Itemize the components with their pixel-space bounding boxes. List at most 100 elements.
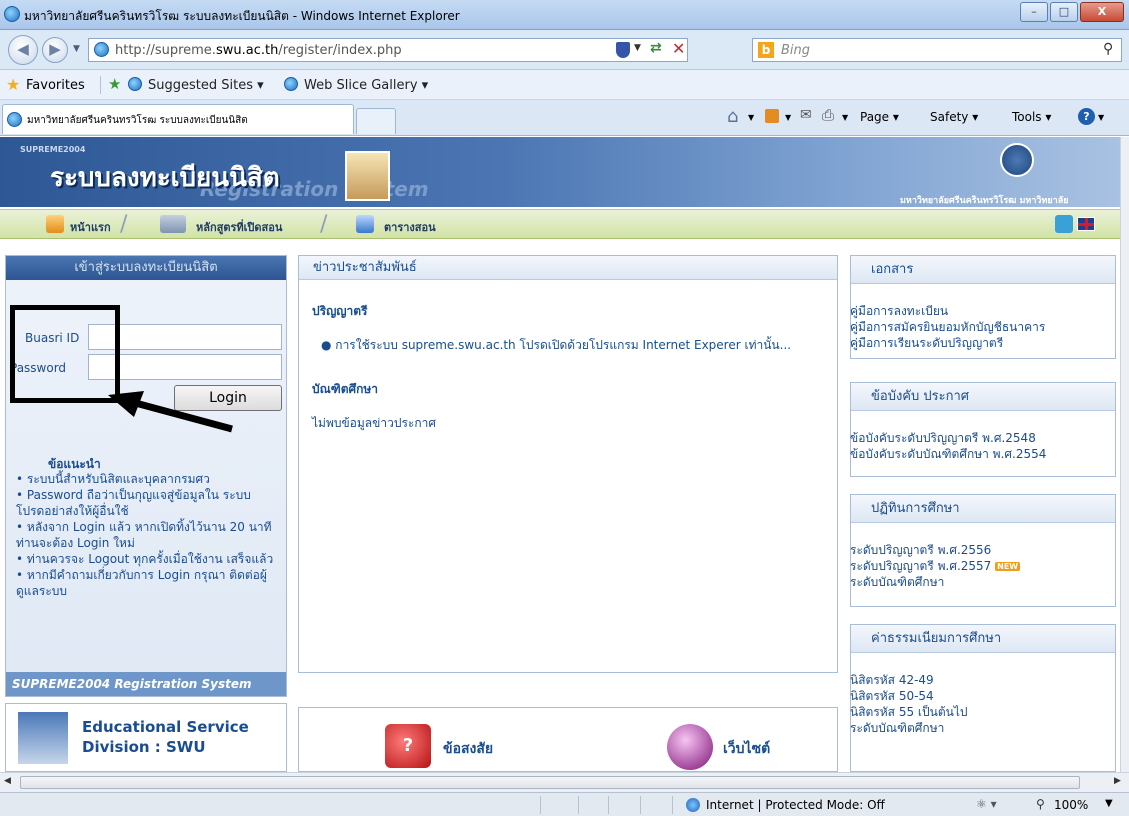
separator [640, 796, 641, 814]
courses-menu-icon [160, 215, 186, 233]
calendar-link[interactable]: ระดับบัณฑิตศึกษา [850, 573, 944, 592]
add-favorite-icon[interactable]: ★ [108, 75, 121, 93]
tab-title: มหาวิทยาลัยศรีนครินทรวิโรฒ ระบบลงทะเบียน… [27, 115, 248, 126]
advice-item: • ท่านควรจะ Logout ทุกครั้งเมื่อใช้งาน เ… [16, 552, 274, 566]
faq-link[interactable]: ข้อสงสัย [443, 738, 493, 760]
news-panel: ข่าวประชาสัมพันธ์ ปริญญาตรี ● การใช้ระบบ… [298, 255, 838, 673]
feeds-dropdown-icon[interactable]: ▼ [785, 113, 791, 122]
menu-home-link[interactable]: หน้าแรก [70, 218, 111, 236]
doc-link[interactable]: คู่มือการเรียนระดับปริญญาตรี [850, 334, 1003, 353]
mail-icon[interactable]: ✉ [800, 107, 812, 123]
forward-button[interactable]: ▶ [42, 37, 68, 63]
edu-service-box[interactable]: Educational Service Division : SWU [5, 703, 287, 772]
site-banner: SUPREME2004 Registration System ระบบลงทะ… [0, 137, 1120, 207]
ie-logo-icon [4, 6, 20, 22]
fees-header: ค่าธรรมเนียมการศึกษา [851, 625, 1115, 653]
new-tab-button[interactable] [356, 108, 396, 134]
schedule-menu-icon [356, 215, 374, 233]
security-icon[interactable]: ⚛ ▾ [976, 797, 997, 811]
back-button[interactable]: ◀ [8, 35, 38, 65]
zoom-icon[interactable]: ⚲ [1036, 797, 1045, 811]
website-globe-icon[interactable] [667, 724, 713, 770]
new-badge: NEW [995, 562, 1021, 571]
home-icon[interactable]: ⌂ [727, 106, 738, 127]
zoom-level[interactable]: 100% [1054, 798, 1088, 812]
tools-menu[interactable]: Tools ▾ [1012, 110, 1051, 124]
scroll-thumb[interactable] [20, 776, 1080, 789]
search-placeholder: Bing [781, 43, 811, 58]
home-menu-icon [46, 215, 64, 233]
refresh-icon[interactable]: ⇄ [650, 40, 662, 56]
separator [608, 796, 609, 814]
edu-line1: Educational Service [82, 718, 249, 736]
advice-item: • หากมีคำถามเกี่ยวกับการ Login กรุณา ติด… [16, 568, 267, 598]
banner-title: ระบบลงทะเบียนนิสิต [50, 163, 280, 193]
separator [100, 76, 101, 94]
feeds-icon[interactable] [765, 109, 779, 123]
compat-dropdown-icon[interactable]: ▼ [634, 43, 641, 53]
favorites-bar: ★ Favorites ★ Suggested Sites ▾ Web Slic… [0, 70, 1129, 100]
title-bar: มหาวิทยาลัยศรีนครินทรวิโรฒ ระบบลงทะเบียน… [0, 0, 1129, 30]
advice-item: • ระบบนี้สำหรับนิสิตและบุคลากรมศว [16, 472, 210, 486]
recent-pages-dropdown-icon[interactable]: ▼ [73, 44, 80, 54]
separator [578, 796, 579, 814]
home-dropdown-icon[interactable]: ▼ [748, 113, 754, 122]
book-icon[interactable] [1055, 215, 1073, 233]
banner-university-name: มหาวิทยาลัยศรีนครินทรวิโรฒ มหาวิทยาลัย [900, 196, 1069, 206]
zone-status: Internet | Protected Mode: Off [706, 798, 885, 812]
help-dropdown-icon[interactable]: ▼ [1098, 113, 1104, 122]
separator [672, 796, 673, 814]
menu-divider: / [120, 212, 128, 237]
window-title: มหาวิทยาลัยศรีนครินทรวิโรฒ ระบบลงทะเบียน… [24, 9, 460, 23]
calendar-box: ปฏิทินการศึกษา ระดับปริญญาตรี พ.ศ.2556 ร… [850, 494, 1116, 607]
address-bar: ◀ ▶ ▼ http://supreme.swu.ac.th/register/… [0, 30, 1129, 70]
scroll-left-icon[interactable]: ◀ [4, 776, 11, 786]
web-page: SUPREME2004 Registration System ระบบลงทะ… [0, 137, 1120, 772]
uk-flag-icon[interactable] [1077, 217, 1095, 231]
internet-zone-icon [686, 798, 700, 812]
tab-bar: มหาวิทยาลัยศรีนครินทรวิโรฒ ระบบลงทะเบียน… [0, 100, 1129, 136]
close-button[interactable]: X [1080, 2, 1124, 22]
favorites-star-icon: ★ [6, 75, 21, 94]
scroll-right-icon[interactable]: ▶ [1114, 776, 1121, 786]
favorites-button[interactable]: Favorites [26, 78, 85, 93]
tab-active[interactable]: มหาวิทยาลัยศรีนครินทรวิโรฒ ระบบลงทะเบียน… [2, 104, 354, 134]
tab-page-icon [7, 112, 22, 127]
horizontal-scrollbar[interactable]: ◀ ▶ [0, 772, 1129, 792]
banner-building-image [345, 151, 390, 201]
login-header: เข้าสู่ระบบลงทะเบียนนิสิต [6, 256, 286, 280]
help-icon[interactable]: ? [1078, 108, 1095, 125]
faq-icon[interactable]: ? [385, 724, 431, 768]
search-icon[interactable]: ⚲ [1103, 41, 1113, 57]
suggested-sites-icon [128, 77, 142, 91]
zoom-dropdown-icon[interactable]: ▼ [1105, 798, 1113, 809]
print-icon[interactable]: ⎙ [822, 106, 834, 124]
language-switch[interactable] [1055, 215, 1095, 235]
menu-courses-link[interactable]: หลักสูตรที่เปิดสอน [196, 218, 282, 236]
safety-menu[interactable]: Safety ▾ [930, 110, 978, 124]
news-section-bachelor: ปริญญาตรี [312, 304, 368, 318]
vertical-scrollbar[interactable] [1120, 137, 1129, 772]
web-slice-gallery-link[interactable]: Web Slice Gallery ▾ [304, 78, 428, 93]
url-input[interactable]: http://supreme.swu.ac.th/register/index.… [88, 38, 688, 62]
rule-link[interactable]: ข้อบังคับระดับบัณฑิตศึกษา พ.ศ.2554 [850, 445, 1046, 464]
search-input[interactable]: b Bing ⚲ [752, 38, 1122, 62]
news-item-link[interactable]: ● การใช้ระบบ supreme.swu.ac.th โปรดเปิดด… [321, 336, 791, 355]
web-slice-icon [284, 77, 298, 91]
shield-icon[interactable] [616, 42, 630, 58]
calendar-header: ปฏิทินการศึกษา [851, 495, 1115, 523]
edu-logo-image [18, 712, 68, 764]
website-link[interactable]: เว็บไซต์ [723, 738, 770, 760]
stop-icon[interactable]: ✕ [672, 39, 685, 58]
login-footer: SUPREME2004 Registration System [6, 672, 286, 696]
status-bar: Internet | Protected Mode: Off ⚛ ▾ ⚲ 100… [0, 792, 1129, 816]
page-menu[interactable]: Page ▾ [860, 110, 899, 124]
fee-link[interactable]: ระดับบัณฑิตศึกษา [850, 719, 944, 738]
print-dropdown-icon[interactable]: ▼ [842, 113, 848, 122]
maximize-button[interactable]: □ [1050, 2, 1078, 22]
suggested-sites-link[interactable]: Suggested Sites ▾ [148, 78, 264, 93]
news-none-text: ไม่พบข้อมูลข่าวประกาศ [312, 416, 436, 430]
menu-schedule-link[interactable]: ตารางสอน [384, 218, 436, 236]
separator [540, 796, 541, 814]
minimize-button[interactable]: – [1020, 2, 1048, 22]
